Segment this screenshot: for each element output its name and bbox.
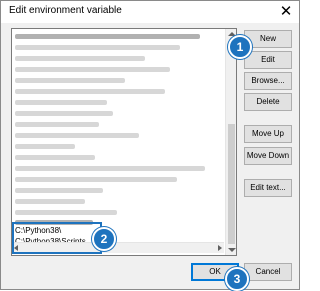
obscured-path-entry[interactable] — [15, 78, 125, 83]
obscured-path-entry[interactable] — [15, 56, 145, 61]
callout-badge-2: 2 — [92, 227, 116, 251]
move-up-button[interactable]: Move Up — [244, 125, 292, 143]
obscured-path-entry[interactable] — [15, 199, 85, 204]
edit-environment-variable-dialog: Edit environment variable ✕ C:\Python38\… — [0, 0, 300, 291]
obscured-path-entry[interactable] — [15, 133, 139, 138]
close-icon[interactable]: ✕ — [276, 2, 296, 22]
python-paths-highlight — [12, 222, 102, 254]
obscured-path-entry[interactable] — [15, 177, 177, 182]
scroll-down-arrow-icon[interactable] — [228, 248, 236, 252]
obscured-path-entry[interactable] — [15, 122, 99, 127]
obscured-path-entry[interactable] — [15, 34, 200, 39]
dialog-title: Edit environment variable — [9, 5, 122, 16]
obscured-path-entry[interactable] — [15, 210, 117, 215]
cancel-button[interactable]: Cancel — [244, 263, 292, 281]
obscured-path-entry[interactable] — [15, 144, 75, 149]
vertical-scrollbar[interactable] — [225, 29, 236, 255]
edit-button[interactable]: Edit — [244, 51, 292, 69]
obscured-path-entry[interactable] — [15, 67, 170, 72]
scroll-right-arrow-icon[interactable] — [218, 245, 222, 251]
scrollbar-thumb[interactable] — [228, 124, 235, 244]
move-down-button[interactable]: Move Down — [244, 147, 292, 165]
callout-badge-1: 1 — [228, 35, 252, 59]
obscured-path-entry[interactable] — [15, 100, 107, 105]
obscured-path-entry[interactable] — [15, 111, 113, 116]
obscured-path-entry[interactable] — [15, 89, 165, 94]
obscured-path-entry[interactable] — [15, 45, 180, 50]
delete-button[interactable]: Delete — [244, 93, 292, 111]
title-bar: Edit environment variable ✕ — [1, 1, 299, 23]
obscured-path-entry[interactable] — [15, 155, 95, 160]
browse-button[interactable]: Browse... — [244, 72, 292, 90]
obscured-path-entry[interactable] — [15, 188, 103, 193]
edit-text-button[interactable]: Edit text... — [244, 179, 292, 197]
callout-badge-3: 3 — [225, 267, 249, 291]
obscured-path-entry[interactable] — [15, 166, 205, 171]
